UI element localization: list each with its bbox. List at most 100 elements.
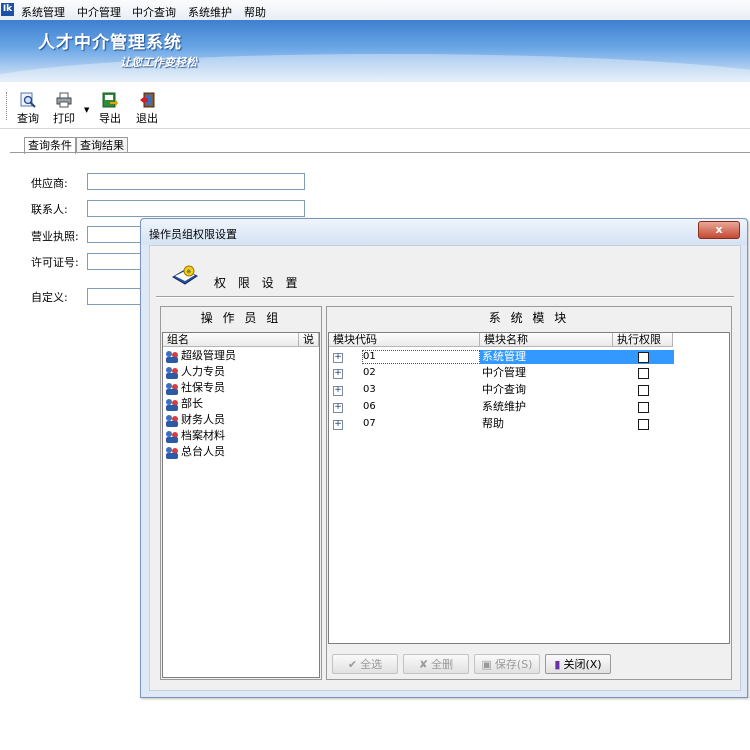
column-execute-permission[interactable]: 执行权限 xyxy=(613,333,673,347)
menu-agency-management[interactable]: 中介管理 xyxy=(77,4,121,20)
column-module-code[interactable]: 模块代码 xyxy=(329,333,480,347)
app-title: 人才中介管理系统 xyxy=(38,33,182,53)
app-slogan: 让您工作变轻松 xyxy=(120,56,197,69)
group-item-super-admin[interactable]: 超级管理员 xyxy=(165,348,236,364)
cross-icon: ✘ xyxy=(418,658,429,671)
execute-permission-checkbox[interactable] xyxy=(638,419,649,430)
printer-icon xyxy=(56,92,72,108)
group-name: 人力专员 xyxy=(181,365,225,378)
group-item-hr-specialist[interactable]: 人力专员 xyxy=(165,364,225,380)
business-license-label: 营业执照: xyxy=(31,230,79,243)
query-label: 查询 xyxy=(17,112,39,125)
export-label: 导出 xyxy=(99,112,121,125)
system-modules-panel: 系 统 模 块 模块代码 模块名称 执行权限 + 01 系统管理 + 02 中介… xyxy=(326,306,732,680)
custom-input[interactable] xyxy=(87,288,143,305)
svg-text:※: ※ xyxy=(186,269,191,276)
user-group-icon xyxy=(166,430,178,443)
toolbar: 查询 打印 ▼ 导出 退出 xyxy=(0,82,750,129)
module-row-agency-management[interactable]: + 02 中介管理 xyxy=(329,365,727,381)
close-label: 关闭(X) xyxy=(563,658,602,671)
print-dropdown-arrow-icon[interactable]: ▼ xyxy=(84,106,89,114)
print-button[interactable]: 打印 xyxy=(49,92,79,126)
custom-label: 自定义: xyxy=(31,291,68,304)
module-row-help[interactable]: + 07 帮助 xyxy=(329,416,727,432)
tab-strip-divider xyxy=(10,152,750,153)
tab-query-results[interactable]: 查询结果 xyxy=(76,137,128,153)
permit-number-label: 许可证号: xyxy=(31,256,79,269)
menubar: Ik 系统管理 中介管理 中介查询 系统维护 帮助 xyxy=(0,0,750,21)
column-group-description[interactable]: 说 xyxy=(299,333,319,347)
operator-groups-panel: 操 作 员 组 组名 说 超级管理员 人力专员 社保专员 部长 财务人员 档案材… xyxy=(160,306,322,680)
permission-book-icon: ※ xyxy=(172,265,198,285)
system-modules-grid[interactable]: 模块代码 模块名称 执行权限 + 01 系统管理 + 02 中介管理 + 03 … xyxy=(328,332,730,644)
dialog-title: 操作员组权限设置 xyxy=(149,228,237,241)
query-button[interactable]: 查询 xyxy=(13,92,43,126)
permission-heading: 权 限 设 置 xyxy=(214,276,302,290)
toolbar-grip[interactable] xyxy=(6,92,9,120)
user-group-icon xyxy=(166,382,178,395)
execute-permission-checkbox[interactable] xyxy=(638,352,649,363)
module-code: 03 xyxy=(363,384,376,395)
dialog-close-button[interactable]: x xyxy=(698,221,740,239)
expand-plus-icon[interactable]: + xyxy=(333,353,343,363)
menu-system-maintenance[interactable]: 系统维护 xyxy=(188,4,232,20)
select-all-button[interactable]: ✔ 全选 xyxy=(332,654,398,674)
group-name: 部长 xyxy=(181,397,203,410)
system-modules-title: 系 统 模 块 xyxy=(488,311,570,325)
banner-wave-decoration xyxy=(0,54,750,82)
dialog-titlebar[interactable]: 操作员组权限设置 x xyxy=(141,219,747,245)
module-code: 06 xyxy=(363,401,376,412)
clear-all-label: 全删 xyxy=(431,658,454,671)
module-row-system-maintenance[interactable]: + 06 系统维护 xyxy=(329,399,727,415)
execute-permission-checkbox[interactable] xyxy=(638,368,649,379)
group-name: 总台人员 xyxy=(181,445,225,458)
user-group-icon xyxy=(166,446,178,459)
header-separator xyxy=(156,296,734,298)
exit-door-icon xyxy=(140,92,155,108)
exit-label: 退出 xyxy=(136,112,158,125)
user-group-icon xyxy=(166,350,178,363)
business-license-input[interactable] xyxy=(87,226,143,243)
clear-all-button[interactable]: ✘ 全删 xyxy=(403,654,469,674)
group-item-archives[interactable]: 档案材料 xyxy=(165,428,225,444)
permit-number-input[interactable] xyxy=(87,253,143,270)
execute-permission-checkbox[interactable] xyxy=(638,402,649,413)
menu-help[interactable]: 帮助 xyxy=(244,4,266,20)
close-button[interactable]: ▮ 关闭(X) xyxy=(545,654,611,674)
menu-agency-query[interactable]: 中介查询 xyxy=(132,4,176,20)
app-logo-icon: Ik xyxy=(1,3,14,16)
user-group-icon xyxy=(166,414,178,427)
group-item-social-security[interactable]: 社保专员 xyxy=(165,380,225,396)
save-button[interactable]: ▣ 保存(S) xyxy=(474,654,540,674)
exit-button[interactable]: 退出 xyxy=(132,92,162,126)
expand-plus-icon[interactable]: + xyxy=(333,420,343,430)
contact-input[interactable] xyxy=(87,200,305,217)
group-item-front-desk[interactable]: 总台人员 xyxy=(165,444,225,460)
supplier-input[interactable] xyxy=(87,173,305,190)
operator-groups-grid[interactable]: 组名 说 超级管理员 人力专员 社保专员 部长 财务人员 档案材料 总台人员 xyxy=(162,332,320,678)
module-row-system-management[interactable]: + 01 系统管理 xyxy=(329,349,727,365)
group-item-finance[interactable]: 财务人员 xyxy=(165,412,225,428)
export-button[interactable]: 导出 xyxy=(95,92,125,126)
print-label: 打印 xyxy=(53,112,75,125)
expand-plus-icon[interactable]: + xyxy=(333,369,343,379)
contact-label: 联系人: xyxy=(31,203,68,216)
magnifier-icon xyxy=(20,92,36,108)
door-exit-icon: ▮ xyxy=(554,658,561,671)
expand-plus-icon[interactable]: + xyxy=(333,403,343,413)
column-module-name[interactable]: 模块名称 xyxy=(480,333,613,347)
save-label: 保存(S) xyxy=(494,658,533,671)
checkmark-icon: ✔ xyxy=(347,658,358,671)
group-name: 超级管理员 xyxy=(181,349,236,362)
menu-system-management[interactable]: 系统管理 xyxy=(21,4,65,20)
group-name: 档案材料 xyxy=(181,429,225,442)
export-icon xyxy=(102,92,118,108)
group-item-minister[interactable]: 部长 xyxy=(165,396,203,412)
operator-groups-title: 操 作 员 组 xyxy=(200,311,282,325)
column-group-name[interactable]: 组名 xyxy=(163,333,299,347)
expand-plus-icon[interactable]: + xyxy=(333,386,343,396)
execute-permission-checkbox[interactable] xyxy=(638,385,649,396)
permission-dialog: 操作员组权限设置 x ※ 权 限 设 置 操 作 员 组 组名 说 超级管理员 … xyxy=(140,218,748,698)
module-code: 02 xyxy=(363,367,376,378)
module-row-agency-query[interactable]: + 03 中介查询 xyxy=(329,382,727,398)
